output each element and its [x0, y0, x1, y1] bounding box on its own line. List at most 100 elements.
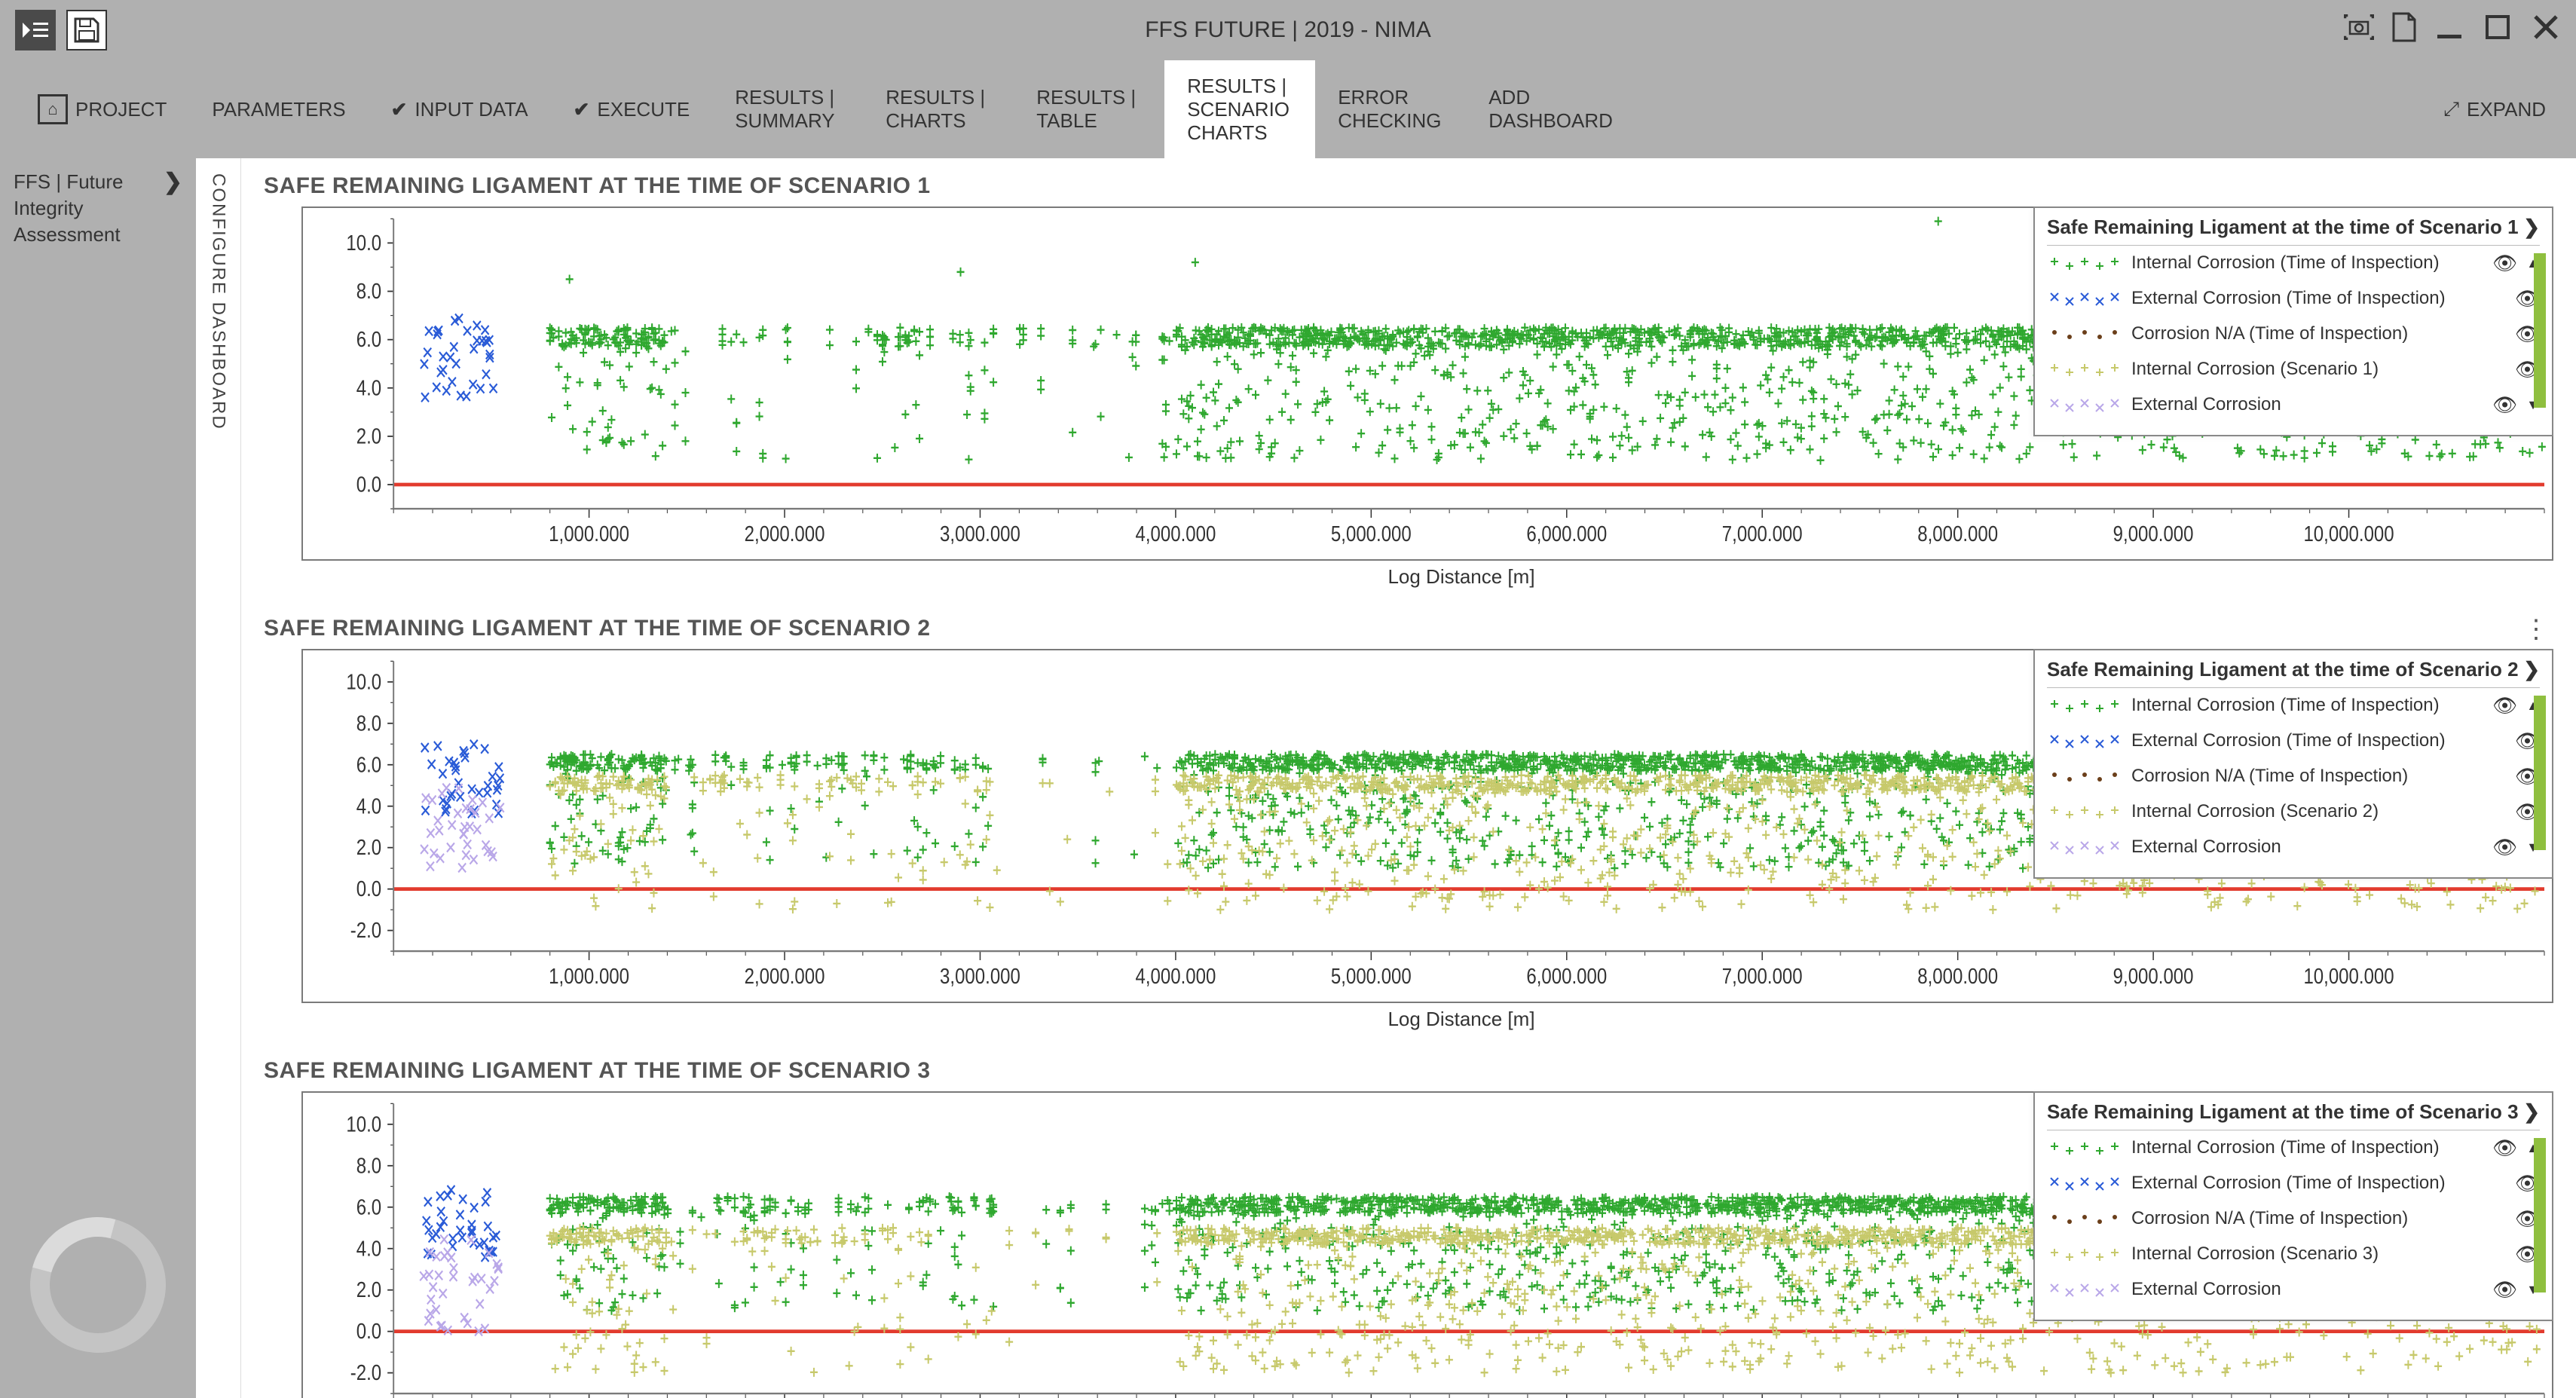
- svg-text:8.0: 8.0: [356, 279, 381, 304]
- legend-scrollbar[interactable]: [2534, 1138, 2546, 1292]
- legend-swatch-icon: [2047, 396, 2122, 415]
- save-icon[interactable]: [66, 10, 107, 50]
- tab-error-checking[interactable]: ERROR CHECKING: [1315, 60, 1466, 158]
- svg-text:2.0: 2.0: [356, 424, 381, 448]
- main-content: SAFE REMAINING LIGAMENT AT THE TIME OF S…: [241, 158, 2576, 1398]
- chart-legend: Safe Remaining Ligament at the time of S…: [2033, 206, 2553, 436]
- chart-scenario-3: SAFE REMAINING LIGAMENT AT THE TIME OF S…: [264, 1058, 2553, 1398]
- tab-results-charts[interactable]: RESULTS | CHARTS: [863, 60, 1014, 158]
- legend-swatch-icon: [2047, 1175, 2122, 1193]
- svg-text:6.0: 6.0: [356, 327, 381, 352]
- legend-item[interactable]: Corrosion N/A (Time of Inspection)👁: [2047, 317, 2540, 352]
- svg-text:3,000.000: 3,000.000: [940, 964, 1020, 989]
- svg-text:4,000.000: 4,000.000: [1135, 522, 1216, 546]
- svg-text:2.0: 2.0: [356, 835, 381, 860]
- tab-execute[interactable]: ✔EXECUTE: [551, 60, 713, 158]
- svg-text:8.0: 8.0: [356, 711, 381, 736]
- svg-text:7,000.000: 7,000.000: [1722, 964, 1803, 989]
- document-icon[interactable]: [2392, 12, 2416, 49]
- legend-swatch-icon: [2047, 1140, 2122, 1158]
- legend-title-text: Safe Remaining Ligament at the time of S…: [2047, 658, 2519, 681]
- tab-results-table[interactable]: RESULTS | TABLE: [1014, 60, 1164, 158]
- legend-swatch-icon: [2047, 803, 2122, 821]
- legend-scrollbar[interactable]: [2534, 253, 2546, 408]
- svg-text:4.0: 4.0: [356, 1236, 381, 1261]
- legend-item[interactable]: External Corrosion👁▼: [2047, 1272, 2540, 1308]
- minimize-icon[interactable]: [2434, 12, 2464, 49]
- svg-text:10,000.000: 10,000.000: [2303, 964, 2394, 989]
- visibility-toggle-icon[interactable]: 👁: [2492, 1136, 2517, 1160]
- kebab-menu-icon[interactable]: ⋮: [2523, 614, 2546, 644]
- legend-label: Corrosion N/A (Time of Inspection): [2131, 1208, 2506, 1230]
- legend-label: Internal Corrosion (Scenario 1): [2131, 359, 2506, 381]
- camera-icon[interactable]: [2344, 14, 2374, 47]
- tab-add-dashboard[interactable]: ADD DASHBOARD: [1466, 60, 1635, 158]
- svg-text:8,000.000: 8,000.000: [1917, 964, 1998, 989]
- legend-item[interactable]: External Corrosion (Time of Inspection)👁: [2047, 1166, 2540, 1201]
- visibility-toggle-icon[interactable]: 👁: [2492, 393, 2517, 417]
- legend-item[interactable]: Corrosion N/A (Time of Inspection)👁: [2047, 1201, 2540, 1237]
- legend-swatch-icon: [2047, 1246, 2122, 1264]
- visibility-toggle-icon[interactable]: 👁: [2492, 1278, 2517, 1302]
- svg-text:6,000.000: 6,000.000: [1526, 964, 1607, 989]
- svg-text:2,000.000: 2,000.000: [745, 522, 825, 546]
- tab-input-data[interactable]: ✔INPUT DATA: [369, 60, 551, 158]
- check-icon: ✔: [391, 98, 408, 121]
- legend-item[interactable]: Internal Corrosion (Time of Inspection) 👁…: [2047, 1130, 2540, 1166]
- visibility-toggle-icon[interactable]: 👁: [2492, 694, 2517, 717]
- app-logo-icon: [5, 1192, 191, 1378]
- svg-text:6,000.000: 6,000.000: [1526, 522, 1607, 546]
- visibility-toggle-icon[interactable]: 👁: [2492, 252, 2517, 275]
- chevron-right-icon[interactable]: ❯: [164, 169, 182, 195]
- chart-legend: Safe Remaining Ligament at the time of S…: [2033, 1091, 2553, 1321]
- svg-text:-2.0: -2.0: [350, 918, 381, 943]
- legend-label: Internal Corrosion (Scenario 2): [2131, 801, 2506, 823]
- chart-title: SAFE REMAINING LIGAMENT AT THE TIME OF S…: [264, 173, 2553, 199]
- left-sidebar: FFS | Future Integrity Assessment ❯: [0, 158, 196, 1398]
- svg-text:3,000.000: 3,000.000: [940, 522, 1020, 546]
- maximize-icon[interactable]: [2483, 12, 2513, 49]
- legend-item[interactable]: Internal Corrosion (Time of Inspection)👁…: [2047, 688, 2540, 723]
- configure-dashboard-bar[interactable]: CONFIGURE DASHBOARD: [196, 158, 241, 1398]
- configure-dashboard-label: CONFIGURE DASHBOARD: [208, 173, 229, 430]
- legend-label: Internal Corrosion (Time of Inspection): [2131, 1137, 2483, 1159]
- expand-button[interactable]: ⤢EXPAND: [2443, 60, 2561, 158]
- legend-item[interactable]: Internal Corrosion (Scenario 3)👁: [2047, 1237, 2540, 1272]
- menu-icon[interactable]: [15, 10, 56, 50]
- legend-item[interactable]: External Corrosion (Time of Inspection)👁: [2047, 281, 2540, 317]
- tab-results-scenario-charts[interactable]: RESULTS | SCENARIO CHARTS: [1164, 60, 1315, 158]
- legend-scrollbar[interactable]: [2534, 696, 2546, 850]
- svg-text:10,000.000: 10,000.000: [2303, 522, 2394, 546]
- visibility-toggle-icon[interactable]: 👁: [2492, 836, 2517, 859]
- legend-swatch-icon: [2047, 733, 2122, 751]
- legend-item[interactable]: External Corrosion👁▼: [2047, 387, 2540, 423]
- legend-label: Internal Corrosion (Time of Inspection): [2131, 252, 2483, 274]
- legend-swatch-icon: [2047, 1281, 2122, 1299]
- chart-title: SAFE REMAINING LIGAMENT AT THE TIME OF S…: [264, 616, 2553, 641]
- sidebar-item-ffs[interactable]: FFS | Future Integrity Assessment: [14, 169, 182, 248]
- legend-swatch-icon: [2047, 255, 2122, 273]
- legend-swatch-icon: [2047, 326, 2122, 344]
- legend-swatch-icon: [2047, 768, 2122, 786]
- chart-title: SAFE REMAINING LIGAMENT AT THE TIME OF S…: [264, 1058, 2553, 1084]
- legend-title-text: Safe Remaining Ligament at the time of S…: [2047, 1100, 2519, 1124]
- chevron-right-icon[interactable]: ❯: [2523, 658, 2540, 681]
- tab-results-summary[interactable]: RESULTS | SUMMARY: [712, 60, 863, 158]
- legend-item[interactable]: Internal Corrosion (Time of Inspection) 👁…: [2047, 246, 2540, 281]
- legend-item[interactable]: External Corrosion (Time of Inspection)👁: [2047, 723, 2540, 759]
- close-icon[interactable]: [2531, 12, 2561, 49]
- svg-text:4.0: 4.0: [356, 375, 381, 400]
- legend-item[interactable]: Internal Corrosion (Scenario 1)👁: [2047, 352, 2540, 387]
- x-axis-label: Log Distance [m]: [369, 565, 2553, 589]
- chevron-right-icon[interactable]: ❯: [2523, 1100, 2540, 1124]
- tab-parameters[interactable]: PARAMETERS: [189, 60, 368, 158]
- legend-item[interactable]: External Corrosion👁▼: [2047, 830, 2540, 865]
- legend-swatch-icon: [2047, 290, 2122, 308]
- tab-project[interactable]: ⌂PROJECT: [15, 60, 189, 158]
- svg-text:0.0: 0.0: [356, 473, 381, 497]
- legend-item[interactable]: Internal Corrosion (Scenario 2)👁: [2047, 794, 2540, 830]
- legend-swatch-icon: [2047, 697, 2122, 715]
- chevron-right-icon[interactable]: ❯: [2523, 216, 2540, 239]
- legend-item[interactable]: Corrosion N/A (Time of Inspection)👁: [2047, 759, 2540, 794]
- svg-text:10.0: 10.0: [346, 1112, 381, 1136]
